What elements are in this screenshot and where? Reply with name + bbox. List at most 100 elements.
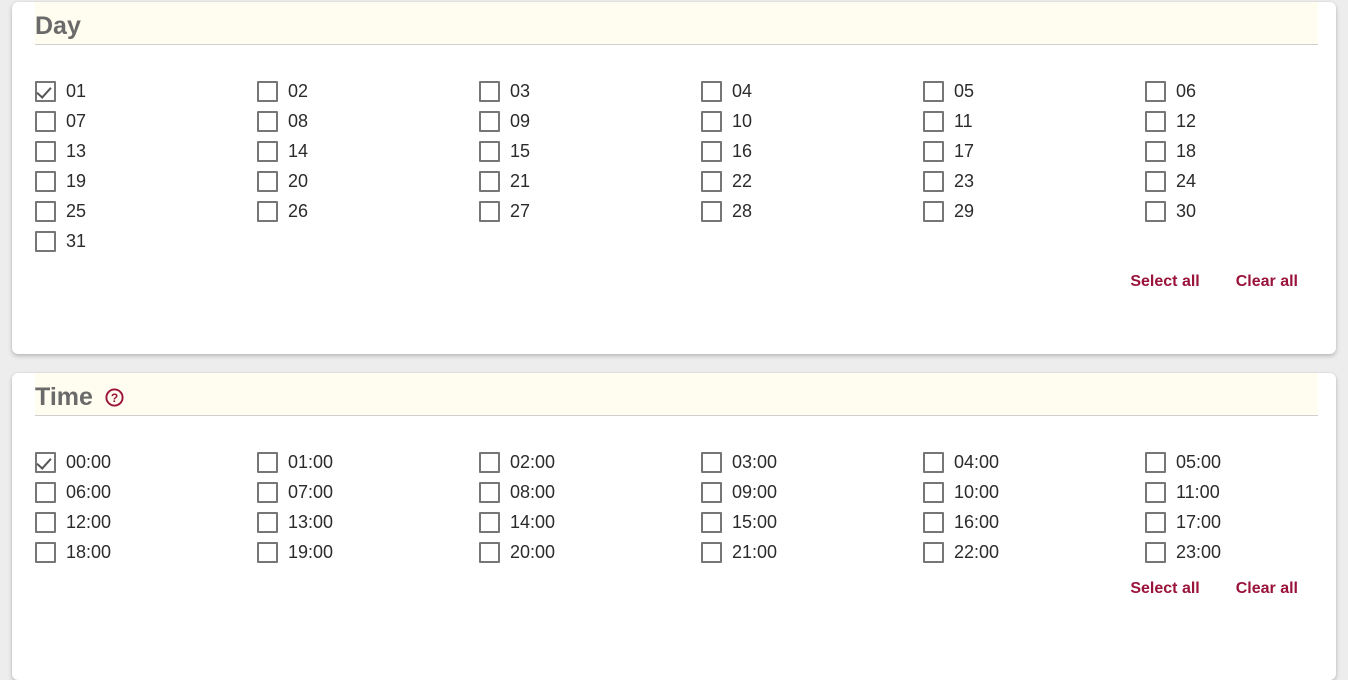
checkbox-unchecked-icon[interactable] [923,511,944,533]
time-checkbox-item[interactable]: 22:00 [923,537,1145,567]
checkbox-unchecked-icon[interactable] [257,200,278,222]
day-checkbox-item[interactable]: 30 [1145,196,1348,226]
day-checkbox-item[interactable]: 26 [257,196,479,226]
checkbox-unchecked-icon[interactable] [257,140,278,162]
checkbox-unchecked-icon[interactable] [35,110,56,132]
checkbox-unchecked-icon[interactable] [1145,451,1166,473]
checkbox-unchecked-icon[interactable] [701,80,722,102]
checkbox-unchecked-icon[interactable] [1145,541,1166,563]
time-checkbox-item[interactable]: 04:00 [923,447,1145,477]
checkbox-unchecked-icon[interactable] [479,80,500,102]
time-checkbox-item[interactable]: 06:00 [35,477,257,507]
checkbox-unchecked-icon[interactable] [923,80,944,102]
checkbox-unchecked-icon[interactable] [257,110,278,132]
checkbox-unchecked-icon[interactable] [35,170,56,192]
day-checkbox-item[interactable]: 02 [257,76,479,106]
checkbox-unchecked-icon[interactable] [923,541,944,563]
time-checkbox-item[interactable]: 16:00 [923,507,1145,537]
checkbox-unchecked-icon[interactable] [1145,170,1166,192]
time-checkbox-item[interactable]: 20:00 [479,537,701,567]
day-select-all-link[interactable]: Select all [1130,272,1199,291]
day-checkbox-item[interactable]: 22 [701,166,923,196]
time-checkbox-item[interactable]: 23:00 [1145,537,1348,567]
time-select-all-link[interactable]: Select all [1130,579,1199,598]
checkbox-unchecked-icon[interactable] [479,541,500,563]
checkbox-unchecked-icon[interactable] [35,230,56,252]
checkbox-unchecked-icon[interactable] [1145,481,1166,503]
checkbox-unchecked-icon[interactable] [701,200,722,222]
day-checkbox-item[interactable]: 16 [701,136,923,166]
day-checkbox-item[interactable]: 31 [35,226,257,256]
checkbox-unchecked-icon[interactable] [923,451,944,473]
checkbox-unchecked-icon[interactable] [1145,80,1166,102]
time-checkbox-item[interactable]: 02:00 [479,447,701,477]
day-checkbox-item[interactable]: 01 [35,76,257,106]
time-checkbox-item[interactable]: 07:00 [257,477,479,507]
checkbox-unchecked-icon[interactable] [701,451,722,473]
time-checkbox-item[interactable]: 13:00 [257,507,479,537]
day-checkbox-item[interactable]: 28 [701,196,923,226]
time-clear-all-link[interactable]: Clear all [1236,579,1298,598]
help-circle-icon[interactable]: ? [105,387,124,407]
checkbox-unchecked-icon[interactable] [1145,140,1166,162]
day-checkbox-item[interactable]: 05 [923,76,1145,106]
day-checkbox-item[interactable]: 13 [35,136,257,166]
day-checkbox-item[interactable]: 11 [923,106,1145,136]
day-checkbox-item[interactable]: 03 [479,76,701,106]
checkbox-unchecked-icon[interactable] [1145,200,1166,222]
checkbox-unchecked-icon[interactable] [479,110,500,132]
day-checkbox-item[interactable]: 18 [1145,136,1348,166]
time-checkbox-item[interactable]: 15:00 [701,507,923,537]
checkbox-unchecked-icon[interactable] [257,481,278,503]
checkbox-unchecked-icon[interactable] [701,481,722,503]
day-checkbox-item[interactable]: 19 [35,166,257,196]
day-checkbox-item[interactable]: 20 [257,166,479,196]
checkbox-unchecked-icon[interactable] [701,511,722,533]
day-checkbox-item[interactable]: 12 [1145,106,1348,136]
day-checkbox-item[interactable]: 08 [257,106,479,136]
day-checkbox-item[interactable]: 24 [1145,166,1348,196]
day-checkbox-item[interactable]: 15 [479,136,701,166]
day-checkbox-item[interactable]: 09 [479,106,701,136]
checkbox-unchecked-icon[interactable] [257,80,278,102]
day-checkbox-item[interactable]: 29 [923,196,1145,226]
checkbox-unchecked-icon[interactable] [35,541,56,563]
day-checkbox-item[interactable]: 07 [35,106,257,136]
checkbox-unchecked-icon[interactable] [923,140,944,162]
checkbox-checked-icon[interactable] [35,451,56,473]
time-checkbox-item[interactable]: 12:00 [35,507,257,537]
time-checkbox-item[interactable]: 08:00 [479,477,701,507]
checkbox-unchecked-icon[interactable] [923,481,944,503]
checkbox-unchecked-icon[interactable] [923,170,944,192]
checkbox-unchecked-icon[interactable] [257,451,278,473]
checkbox-unchecked-icon[interactable] [1145,511,1166,533]
time-checkbox-item[interactable]: 10:00 [923,477,1145,507]
checkbox-unchecked-icon[interactable] [479,140,500,162]
day-checkbox-item[interactable]: 27 [479,196,701,226]
time-checkbox-item[interactable]: 19:00 [257,537,479,567]
checkbox-unchecked-icon[interactable] [701,170,722,192]
checkbox-unchecked-icon[interactable] [257,511,278,533]
time-checkbox-item[interactable]: 17:00 [1145,507,1348,537]
day-checkbox-item[interactable]: 04 [701,76,923,106]
day-checkbox-item[interactable]: 21 [479,166,701,196]
time-checkbox-item[interactable]: 11:00 [1145,477,1348,507]
checkbox-unchecked-icon[interactable] [479,511,500,533]
checkbox-unchecked-icon[interactable] [35,140,56,162]
checkbox-unchecked-icon[interactable] [1145,110,1166,132]
checkbox-unchecked-icon[interactable] [35,200,56,222]
checkbox-unchecked-icon[interactable] [479,481,500,503]
time-checkbox-item[interactable]: 09:00 [701,477,923,507]
time-checkbox-item[interactable]: 05:00 [1145,447,1348,477]
checkbox-unchecked-icon[interactable] [701,541,722,563]
checkbox-unchecked-icon[interactable] [923,110,944,132]
day-checkbox-item[interactable]: 23 [923,166,1145,196]
checkbox-checked-icon[interactable] [35,80,56,102]
checkbox-unchecked-icon[interactable] [479,451,500,473]
time-checkbox-item[interactable]: 03:00 [701,447,923,477]
checkbox-unchecked-icon[interactable] [479,170,500,192]
time-checkbox-item[interactable]: 01:00 [257,447,479,477]
day-checkbox-item[interactable]: 06 [1145,76,1348,106]
checkbox-unchecked-icon[interactable] [257,541,278,563]
day-checkbox-item[interactable]: 17 [923,136,1145,166]
